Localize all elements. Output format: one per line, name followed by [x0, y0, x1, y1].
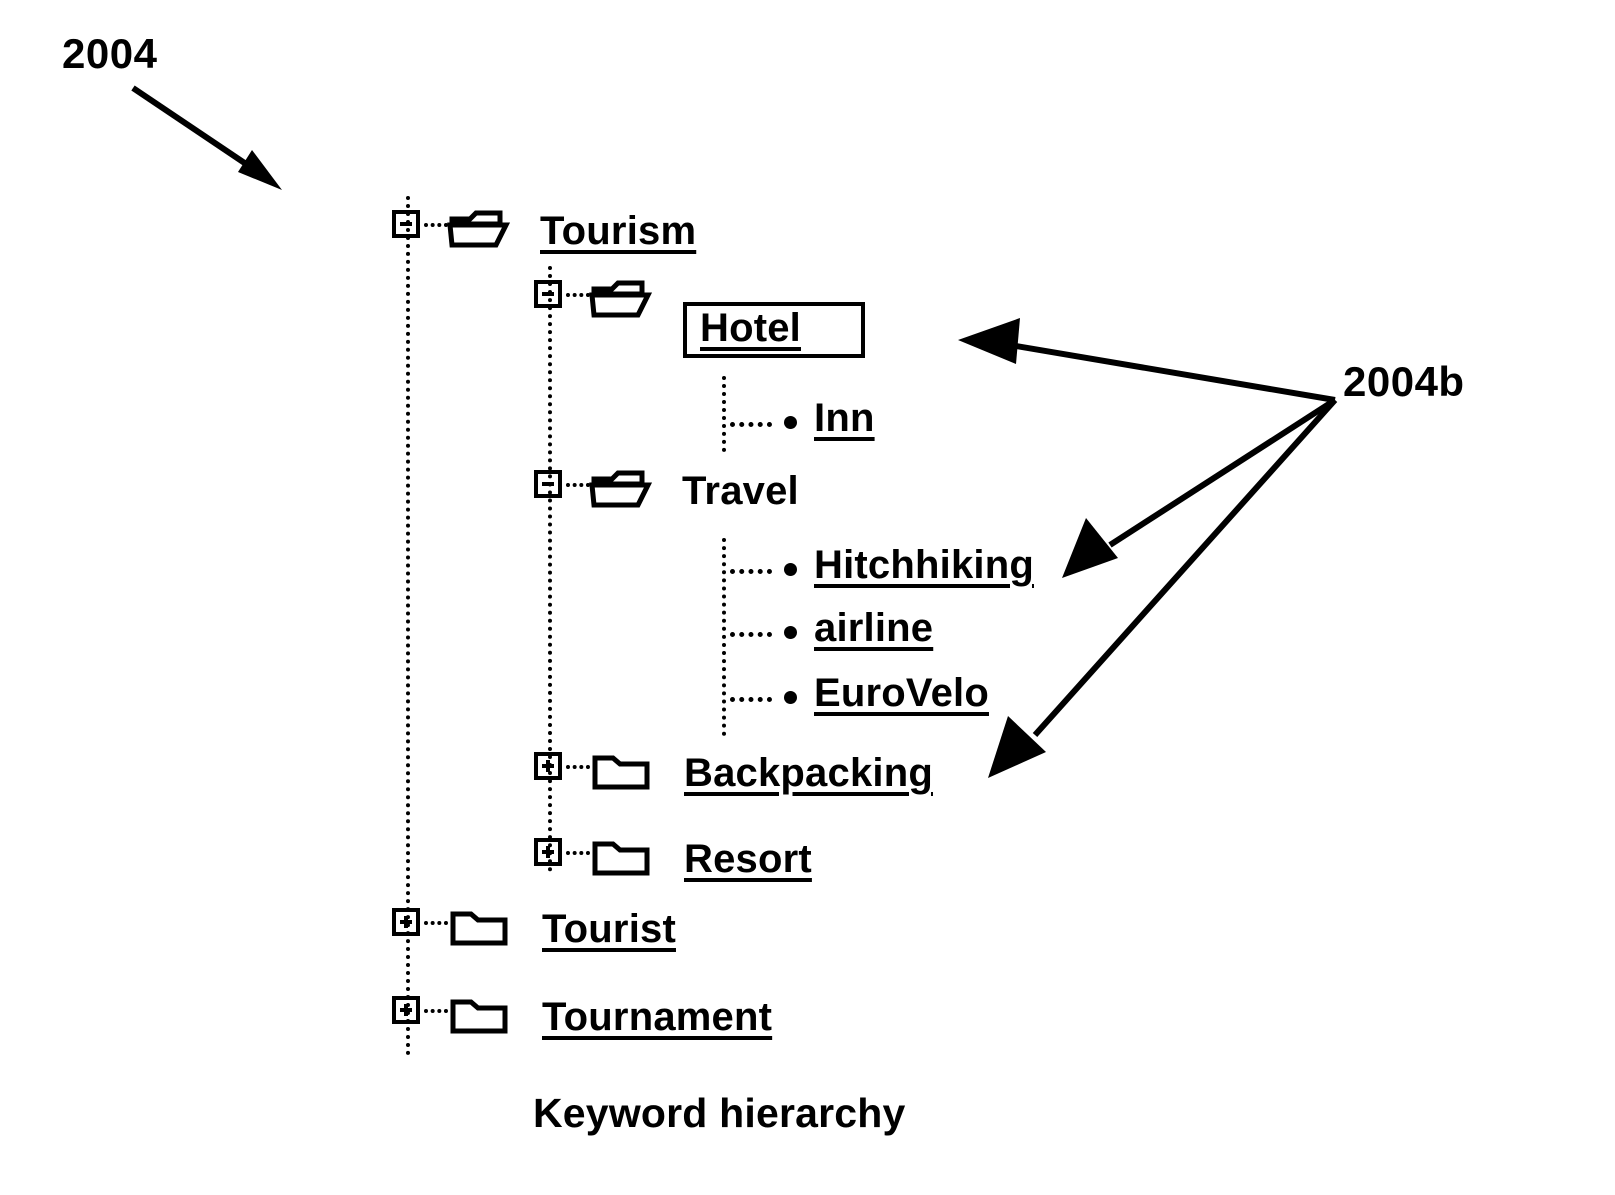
open-folder-icon-travel[interactable] [589, 470, 654, 510]
open-folder-icon-hotel[interactable] [589, 280, 654, 320]
tree-connector-inn [730, 422, 772, 427]
tree-label-tournament[interactable]: Tournament [542, 997, 772, 1037]
minus-icon [542, 292, 554, 296]
expander-collapse-tourism[interactable] [392, 210, 420, 238]
tree-row-tournament[interactable]: Tournament [390, 992, 890, 1050]
bullet-icon-hitchhiking [784, 563, 797, 576]
tree-label-tourism[interactable]: Tourism [540, 211, 696, 251]
bullet-icon-inn [784, 416, 797, 429]
tree-row-tourist[interactable]: Tourist [390, 904, 850, 962]
lead-line-2004b-hotel [958, 318, 1336, 403]
tree-label-travel[interactable]: Travel [682, 471, 799, 511]
closed-folder-icon-tournament[interactable] [450, 995, 514, 1035]
lead-line-2004 [131, 85, 282, 190]
plus-icon-vertical [546, 760, 550, 772]
tree-label-hotel[interactable]: Hotel [700, 308, 801, 348]
closed-folder-icon-backpacking[interactable] [592, 751, 656, 791]
tree-connector-backpacking [566, 765, 590, 769]
closed-folder-icon-resort[interactable] [592, 837, 656, 877]
expander-expand-tourist[interactable] [392, 908, 420, 936]
bullet-icon-eurovelo [784, 691, 797, 704]
figure-canvas: 2004 2004b Tourism Hotel Inn Travel Hitc… [0, 0, 1615, 1195]
tree-connector-tournament [424, 1009, 448, 1013]
expander-collapse-travel[interactable] [534, 470, 562, 498]
expander-collapse-hotel[interactable] [534, 280, 562, 308]
tree-connector-tourist [424, 921, 448, 925]
plus-icon-vertical [404, 1004, 408, 1016]
tree-label-inn[interactable]: Inn [814, 398, 875, 438]
tree-label-backpacking[interactable]: Backpacking [684, 753, 933, 793]
tree-row-resort[interactable]: Resort [532, 834, 992, 892]
plus-icon-vertical [404, 916, 408, 928]
tree-connector-travel [566, 483, 590, 487]
plus-icon-vertical [546, 846, 550, 858]
tree-row-backpacking[interactable]: Backpacking [532, 748, 992, 806]
tree-row-tourism[interactable]: Tourism [390, 206, 930, 264]
minus-icon [400, 222, 412, 226]
open-folder-icon-tourism[interactable] [447, 210, 512, 250]
tree-label-tourist[interactable]: Tourist [542, 909, 676, 949]
tree-connector-airline [730, 632, 772, 637]
tree-connector-tourism [424, 223, 448, 227]
figure-caption: Keyword hierarchy [533, 1090, 906, 1136]
tree-row-travel[interactable]: Travel [532, 466, 932, 524]
tree-row-inn[interactable]: Inn [722, 398, 1022, 450]
tree-label-hitchhiking[interactable]: Hitchhiking [814, 545, 1034, 585]
tree-connector-resort [566, 851, 590, 855]
tree-connector-eurovelo [730, 697, 772, 702]
tree-label-resort[interactable]: Resort [684, 839, 812, 879]
tree-label-eurovelo[interactable]: EuroVelo [814, 673, 989, 713]
closed-folder-icon-tourist[interactable] [450, 907, 514, 947]
tree-connector-hitchhiking [730, 569, 772, 574]
tree-connector-hotel [566, 293, 590, 297]
tree-row-eurovelo[interactable]: EuroVelo [722, 673, 1122, 725]
expander-expand-backpacking[interactable] [534, 752, 562, 780]
minus-icon [542, 482, 554, 486]
tree-row-airline[interactable]: airline [722, 608, 1122, 660]
tree-row-hitchhiking[interactable]: Hitchhiking [722, 545, 1122, 597]
expander-expand-tournament[interactable] [392, 996, 420, 1024]
expander-expand-resort[interactable] [534, 838, 562, 866]
bullet-icon-airline [784, 626, 797, 639]
tree-label-airline[interactable]: airline [814, 608, 933, 648]
